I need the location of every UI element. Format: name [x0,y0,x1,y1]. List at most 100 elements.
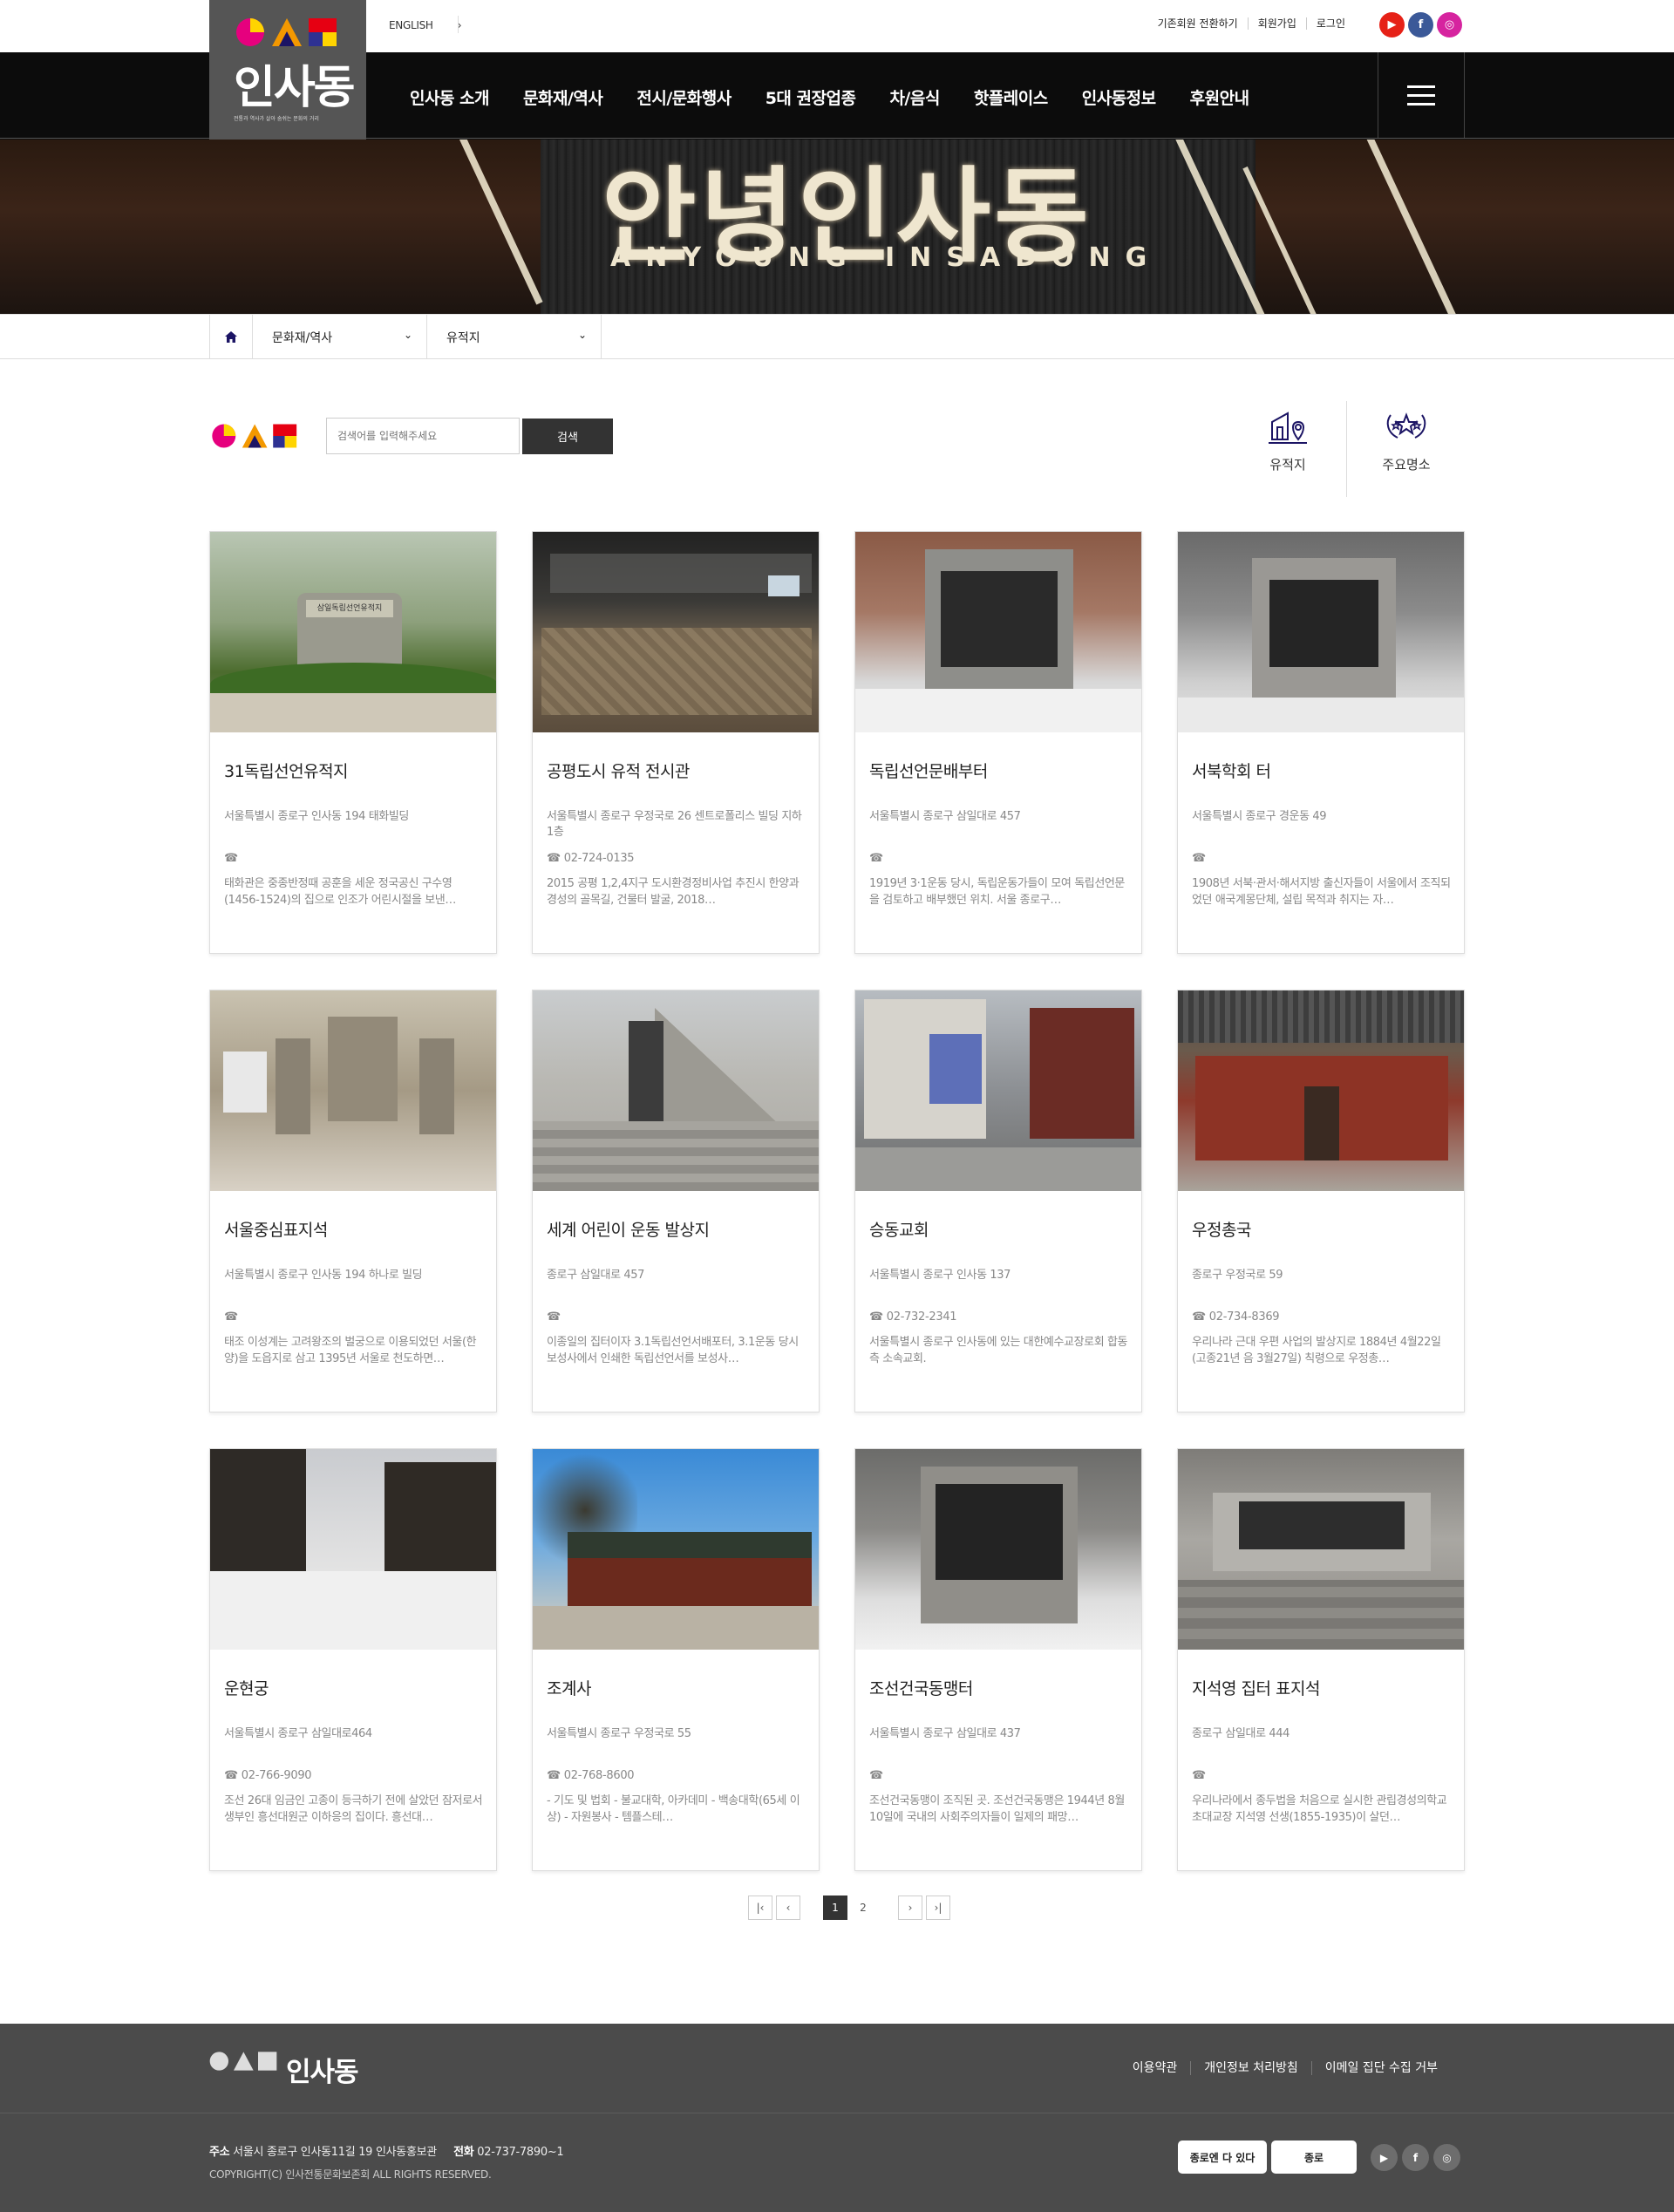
place-address: 종로구 삼일대로 457 [547,1269,644,1282]
place-phone: ☎ 02-768-8600 [547,1769,635,1782]
phone-icon: ☎ [547,1310,561,1324]
place-photo: 삼일독립선언유적지 [210,532,496,732]
phone-icon: ☎ [547,1769,561,1782]
youtube-icon[interactable]: ▶ [1379,12,1405,37]
place-card[interactable]: 조선건국동맹터 서울특별시 종로구 삼일대로 437 ☎ 조선건국동맹이 조직된… [854,1448,1142,1871]
email-policy-link[interactable]: 이메일 집단 수집 거부 [1312,2061,1451,2075]
place-title: 독립선언문배부터 [869,762,988,781]
first-page-icon[interactable]: |‹ [748,1896,772,1920]
nav-item-business[interactable]: 5대 권장업종 [766,85,856,109]
language-label: ENGLISH [389,19,433,31]
search-button[interactable]: 검색 [522,419,613,454]
chevron-down-icon: ⌄ [577,329,587,341]
phone-icon: ☎ [869,852,883,865]
place-card[interactable]: 지석영 집터 표지석 종로구 삼일대로 444 ☎ 우리나라에서 종두법을 처음… [1177,1448,1465,1871]
place-title: 승동교회 [869,1221,929,1240]
place-phone: ☎ 02-724-0135 [547,852,635,865]
jongno-badge-2[interactable]: 종로 [1271,2141,1357,2174]
place-address: 종로구 우정국로 59 [1192,1269,1283,1282]
place-phone: ☎ [224,1310,238,1324]
place-address: 서울특별시 종로구 인사동 194 하나로 빌딩 [224,1269,423,1282]
search-input[interactable] [326,418,520,454]
place-card[interactable]: 공평도시 유적 전시관 서울특별시 종로구 우정국로 26 센트로폴리스 빌딩 … [532,531,820,954]
privacy-link[interactable]: 개인정보 처리방침 [1191,2061,1312,2075]
place-card[interactable]: 서북학회 터 서울특별시 종로구 경운동 49 ☎ 1908년 서북·관서·해서… [1177,531,1465,954]
place-title: 서울중심표지석 [224,1221,328,1240]
login-link[interactable]: 로그인 [1307,17,1355,30]
place-title: 운현궁 [224,1679,269,1698]
place-address: 종로구 삼일대로 444 [1192,1727,1290,1740]
logo-name: 인사동 [234,62,356,114]
prev-page-icon[interactable]: ‹ [776,1896,800,1920]
place-card[interactable]: 우정총국 종로구 우정국로 59 ☎ 02-734-8369 우리나라 근대 우… [1177,990,1465,1412]
place-address: 서울특별시 종로구 삼일대로464 [224,1727,372,1740]
category-heritage-site[interactable]: 유적지 [1229,401,1346,488]
place-photo [855,532,1141,732]
place-title: 세계 어린이 운동 발상지 [547,1221,710,1240]
facebook-icon[interactable]: f [1402,2144,1429,2171]
place-description: 2015 공평 1,2,4지구 도시환경정비사업 추진시 한양과 경성의 골목길… [547,877,800,907]
breadcrumb-label: 문화재/역사 [272,330,333,345]
facebook-icon[interactable]: f [1408,12,1433,37]
member-convert-link[interactable]: 기존회원 전환하기 [1148,17,1249,30]
phone-icon: ☎ [1192,1310,1206,1324]
youtube-icon[interactable]: ▶ [1371,2144,1398,2171]
place-card[interactable]: 삼일독립선언유적지 31독립선언유적지 서울특별시 종로구 인사동 194 태화… [209,531,497,954]
laurel-stars-icon [1380,401,1432,450]
divider [1346,401,1347,497]
phone-icon: ☎ [869,1769,883,1782]
logo-shapes-icon [236,18,337,46]
place-description: 1908년 서북·관서·해서지방 출신자들이 서울에서 조직되었던 애국계몽단체… [1192,877,1451,907]
place-card[interactable]: 서울중심표지석 서울특별시 종로구 인사동 194 하나로 빌딩 ☎ 태조 이성… [209,990,497,1412]
place-title: 우정총국 [1192,1221,1251,1240]
place-address: 서울특별시 종로구 우정국로 55 [547,1727,691,1740]
sns-links: ▶ f ◎ [1379,12,1462,37]
nav-item-exhibition[interactable]: 전시/문화행사 [636,85,732,109]
pagination: |‹ ‹ 1 2 › ›| [748,1896,950,1920]
place-phone: ☎ 02-766-9090 [224,1769,312,1782]
nav-item-hotplace[interactable]: 핫플레이스 [974,85,1048,109]
phone-number: 02-734-8369 [1208,1310,1280,1324]
nav-item-intro[interactable]: 인사동 소개 [410,85,490,109]
place-address: 서울특별시 종로구 인사동 137 [869,1269,1011,1282]
chevron-down-icon: ⌄ [403,329,412,341]
place-card[interactable]: 독립선언문배부터 서울특별시 종로구 삼일대로 457 ☎ 1919년 3·1운… [854,531,1142,954]
place-address: 서울특별시 종로구 인사동 194 태화빌딩 [224,810,409,823]
nav-item-info[interactable]: 인사동정보 [1082,85,1156,109]
place-description: 우리나라에서 종두법을 처음으로 실시한 관립경성의학교 초대교장 지석영 선생… [1192,1794,1447,1824]
instagram-icon[interactable]: ◎ [1437,12,1462,37]
home-icon[interactable] [209,315,253,359]
place-phone: ☎ [1192,852,1206,865]
place-address: 서울특별시 종로구 우정국로 26 센트로폴리스 빌딩 지하1층 [547,810,802,839]
nav-item-support[interactable]: 후원안내 [1190,85,1249,109]
phone-icon: ☎ [224,852,238,865]
logo-shapes-icon [212,424,297,448]
category-landmark[interactable]: 주요명소 [1348,401,1465,488]
breadcrumb-select-category[interactable]: 문화재/역사 ⌄ [253,315,427,359]
site-logo[interactable]: 인사동 전통과 역사가 살아 숨쉬는 문화의 거리 [209,0,366,140]
page-number-current[interactable]: 1 [823,1896,847,1920]
page-number[interactable]: 2 [851,1896,875,1920]
place-card[interactable]: 세계 어린이 운동 발상지 종로구 삼일대로 457 ☎ 이종일의 집터이자 3… [532,990,820,1412]
place-title: 31독립선언유적지 [224,762,349,781]
language-link[interactable]: ENGLISH › [389,19,462,31]
signup-link[interactable]: 회원가입 [1249,17,1307,30]
nav-item-heritage[interactable]: 문화재/역사 [523,85,603,109]
jongno-badge[interactable]: 종로엔 다 있다 [1178,2141,1267,2174]
place-card[interactable]: 운현궁 서울특별시 종로구 삼일대로464 ☎ 02-766-9090 조선 2… [209,1448,497,1871]
place-photo [210,990,496,1191]
last-page-icon[interactable]: ›| [926,1896,950,1920]
breadcrumb-select-subcategory[interactable]: 유적지 ⌄ [427,315,602,359]
place-card[interactable]: 승동교회 서울특별시 종로구 인사동 137 ☎ 02-732-2341 서울특… [854,990,1142,1412]
place-description: 1919년 3·1운동 당시, 독립운동가들이 모여 독립선언문을 검토하고 배… [869,877,1125,907]
top-links: 기존회원 전환하기 회원가입 로그인 [1148,17,1355,30]
menu-icon[interactable] [1378,52,1465,138]
place-photo [1178,990,1464,1191]
instagram-icon[interactable]: ◎ [1433,2144,1460,2171]
terms-link[interactable]: 이용약관 [1119,2061,1192,2075]
place-description: 조선 26대 임금인 고종이 등극하기 전에 살았던 잠저로서 생부인 흥선대원… [224,1794,483,1824]
place-card[interactable]: 조계사 서울특별시 종로구 우정국로 55 ☎ 02-768-8600 - 기도… [532,1448,820,1871]
nav-item-food[interactable]: 차/음식 [889,85,940,109]
next-page-icon[interactable]: › [898,1896,922,1920]
phone-icon: ☎ [869,1310,883,1324]
